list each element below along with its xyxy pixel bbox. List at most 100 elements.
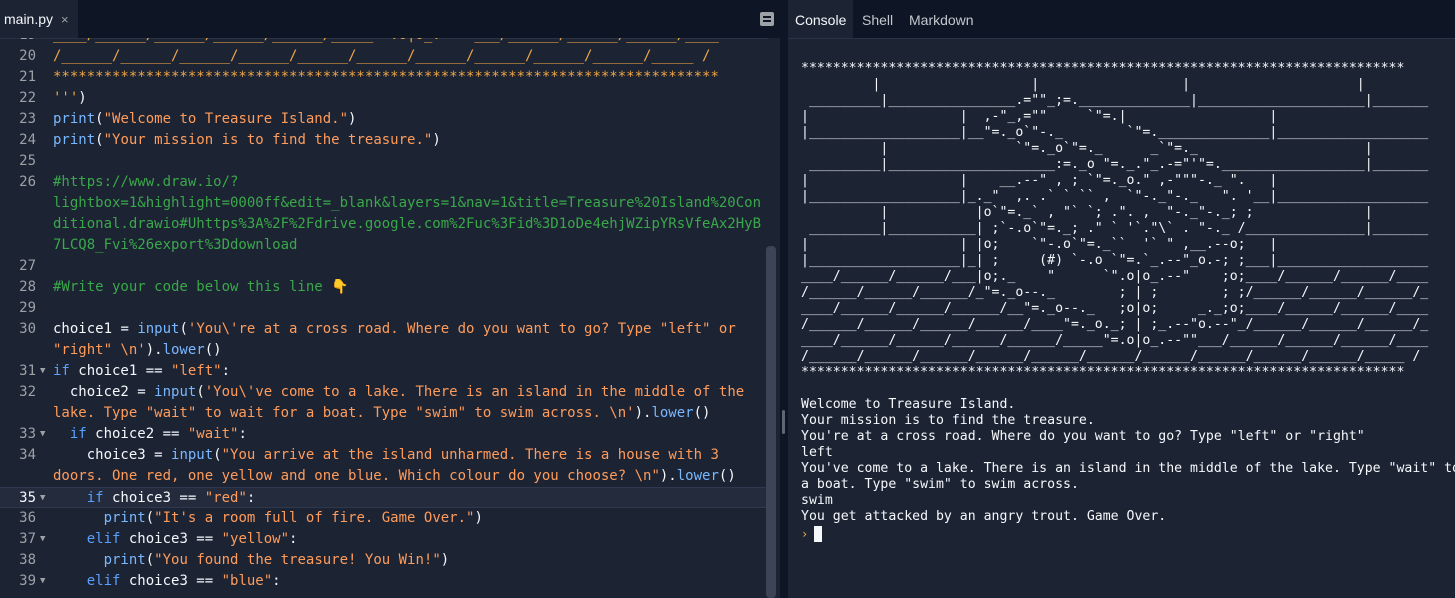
code-token: (	[95, 111, 104, 127]
file-tab-main-py[interactable]: main.py ×	[0, 0, 78, 38]
code-token: ()	[204, 342, 222, 358]
code-token: "You arrive at the island unharmed. Ther…	[221, 447, 719, 463]
line-number: 28	[19, 279, 36, 295]
code-token: "red"	[204, 490, 247, 506]
code-token: "It's a room full of fire. Game Over."	[154, 510, 475, 526]
code-line[interactable]: 19 ____/______/______/______/______/_____…	[0, 38, 768, 46]
code-token: elif	[86, 573, 121, 589]
line-number: 27	[19, 258, 36, 274]
code-line[interactable]: 25	[0, 151, 768, 172]
fold-arrow-icon[interactable]: ▼	[40, 529, 45, 550]
fold-arrow-icon[interactable]: ▼	[40, 571, 45, 592]
code-token: input	[154, 384, 197, 400]
code-token: 'You\'re at a cross road. Where do you w…	[187, 321, 736, 337]
pane-resize-handle[interactable]	[782, 410, 785, 434]
code-line[interactable]: ditional.drawio#Uhttps%3A%2F%2Fdrive.goo…	[0, 214, 768, 235]
code-token: ()	[693, 405, 711, 421]
code-line[interactable]: 37 ▼ elif choice3 == "yellow":	[0, 529, 768, 550]
code-token: ditional.drawio#Uhttps%3A%2F%2Fdrive.goo…	[53, 216, 762, 232]
code-line[interactable]: 21 **************************************…	[0, 67, 768, 88]
tab-shell[interactable]: Shell	[855, 0, 900, 38]
code-text: elif choice3 == "blue":	[53, 571, 281, 592]
code-line[interactable]: "right" \n').lower()	[0, 340, 768, 361]
code-token: "wait"	[187, 426, 239, 442]
code-line[interactable]: 35 ▼ if choice3 == "red":	[0, 487, 768, 508]
panel-menu-icon[interactable]	[760, 12, 774, 26]
code-text: "right" \n').lower()	[53, 340, 222, 361]
code-text: #Write your code below this line 👇	[53, 277, 349, 298]
code-line[interactable]: 20 /______/______/______/______/______/__…	[0, 46, 768, 67]
close-icon[interactable]: ×	[61, 12, 69, 27]
code-token: 7LCQ8_Fvi%26export%3Ddownload	[53, 237, 298, 253]
code-line[interactable]: 33 ▼ if choice2 == "wait":	[0, 424, 768, 445]
code-line[interactable]: 7LCQ8_Fvi%26export%3Ddownload	[0, 235, 768, 256]
code-text: lake. Type "wait" to wait for a boat. Ty…	[53, 403, 710, 424]
tab-console[interactable]: Console	[788, 0, 854, 38]
code-line[interactable]: 23 print("Welcome to Treasure Island.")	[0, 109, 768, 130]
line-number: 20	[19, 48, 36, 64]
code-token: "yellow"	[221, 531, 290, 547]
code-token: "You found the treasure! You Win!"	[154, 552, 441, 568]
code-area[interactable]: 19 ____/______/______/______/______/_____…	[0, 38, 768, 598]
code-line[interactable]: 26 #https://www.draw.io/?	[0, 172, 768, 193]
code-token: if	[86, 490, 104, 506]
console-output: ****************************************…	[801, 61, 1455, 524]
code-text: 7LCQ8_Fvi%26export%3Ddownload	[53, 235, 297, 256]
code-line[interactable]: 30 choice1 = input('You\'re at a cross ro…	[0, 319, 768, 340]
console-input-line[interactable]: ›	[801, 526, 823, 542]
code-line[interactable]: 22 ''')	[0, 88, 768, 109]
code-line[interactable]: 34 choice3 = input("You arrive at the is…	[0, 445, 768, 466]
code-line[interactable]: 39 ▼ elif choice3 == "blue":	[0, 571, 768, 592]
line-number: 19	[0, 38, 36, 46]
tab-markdown[interactable]: Markdown	[902, 0, 981, 38]
code-text: ditional.drawio#Uhttps%3A%2F%2Fdrive.goo…	[53, 214, 761, 235]
code-token: =	[112, 321, 138, 337]
code-token: ).	[634, 405, 652, 421]
code-token: ****************************************…	[53, 69, 719, 85]
code-line[interactable]: doors. One red, one yellow and one blue.…	[0, 466, 768, 487]
code-line[interactable]: 24 print("Your mission is to find the tre…	[0, 130, 768, 151]
fold-arrow-icon[interactable]: ▼	[40, 488, 45, 509]
code-line[interactable]: lake. Type "wait" to wait for a boat. Ty…	[0, 403, 768, 424]
code-token: ).	[659, 468, 677, 484]
code-token: lower	[651, 405, 694, 421]
pane-divider[interactable]	[780, 0, 788, 598]
code-token: "right" \n'	[53, 342, 146, 358]
code-text: if choice2 == "wait":	[53, 424, 247, 445]
code-token: "Welcome to Treasure Island."	[103, 111, 349, 127]
code-line[interactable]: 31 ▼ if choice1 == "left":	[0, 361, 768, 382]
console-tab-bar: Console Shell Markdown	[788, 0, 1455, 39]
code-text: print("You found the treasure! You Win!"…	[53, 550, 450, 571]
line-number: 21	[19, 69, 36, 85]
code-token: ()	[718, 468, 736, 484]
code-text: ****************************************…	[53, 67, 719, 88]
code-editor-pane: main.py × 19 ____/______/______/______/__…	[0, 0, 780, 598]
code-text: /______/______/______/______/______/____…	[53, 46, 710, 67]
code-line[interactable]: 38 print("You found the treasure! You Wi…	[0, 550, 768, 571]
code-token: "blue"	[221, 573, 273, 589]
code-token: choice1	[53, 321, 113, 337]
code-token: 'You\'ve come to a lake. There is an isl…	[204, 384, 745, 400]
code-text: print("Welcome to Treasure Island.")	[53, 109, 356, 130]
code-token: print	[53, 132, 96, 148]
code-text: choice1 = input('You\'re at a cross road…	[53, 319, 736, 340]
editor-scrollbar-thumb[interactable]	[766, 246, 776, 598]
fold-arrow-icon[interactable]: ▼	[40, 424, 45, 445]
fold-arrow-icon[interactable]: ▼	[40, 361, 45, 382]
code-line[interactable]: 28 #Write your code below this line 👇	[0, 277, 768, 298]
code-line[interactable]: 29	[0, 298, 768, 319]
text-cursor	[814, 526, 823, 542]
code-line[interactable]: 36 print("It's a room full of fire. Game…	[0, 508, 768, 529]
code-line[interactable]: lightbox=1&highlight=0000ff&edit=_blank&…	[0, 193, 768, 214]
code-token: (	[145, 510, 155, 526]
code-line[interactable]: 27	[0, 256, 768, 277]
code-text: print("Your mission is to find the treas…	[53, 130, 441, 151]
code-text: print("It's a room full of fire. Game Ov…	[53, 508, 483, 529]
line-number: 22	[19, 90, 36, 106]
code-line[interactable]: 32 choice2 = input('You\'ve come to a la…	[0, 382, 768, 403]
code-token: )	[440, 552, 450, 568]
code-token: (	[145, 552, 155, 568]
code-token: choice2 =	[53, 384, 155, 400]
